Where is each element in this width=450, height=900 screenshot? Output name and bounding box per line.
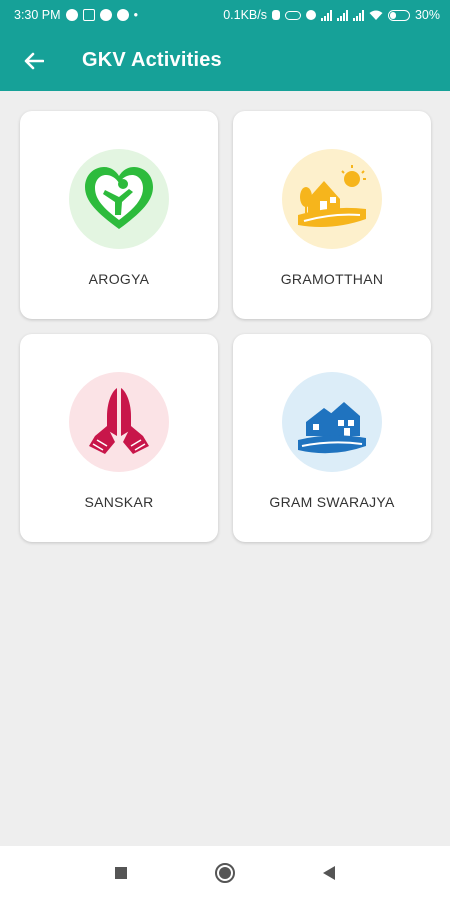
arrow-left-icon [24, 52, 44, 69]
wifi-icon [369, 10, 383, 20]
houses-icon [280, 370, 384, 474]
system-back-button[interactable] [317, 861, 341, 885]
message-icon [82, 9, 95, 21]
battery-level: 30% [414, 8, 440, 22]
status-time: 3:30 PM [14, 8, 61, 22]
activities-grid: AROGYA GRAMOTTHAN SANSKAR GRAM SWARAJYA [20, 111, 432, 542]
signal-3-icon [352, 9, 364, 21]
back-button[interactable] [0, 30, 68, 91]
activity-label: SANSKAR [84, 494, 154, 510]
battery-icon [387, 9, 410, 21]
app-notification-icon [116, 9, 129, 21]
signal-2-icon [336, 9, 348, 21]
app-bar: GKV Activities [0, 30, 450, 91]
activity-card-arogya[interactable]: AROGYA [20, 111, 218, 319]
signal-1-icon [320, 9, 332, 21]
page-title: GKV Activities [82, 49, 222, 71]
toggle-icon [284, 10, 301, 20]
folded-hands-icon [67, 370, 171, 474]
village-sun-icon [280, 147, 384, 251]
system-nav-bar [0, 846, 450, 900]
activity-label: GRAMOTTHAN [280, 271, 384, 287]
mute-icon [305, 10, 316, 20]
messenger-icon [65, 9, 78, 21]
recent-apps-button[interactable] [109, 861, 133, 885]
activity-card-gramotthan[interactable]: GRAMOTTHAN [233, 111, 431, 319]
activity-card-sanskar[interactable]: SANSKAR [20, 334, 218, 542]
activity-label: GRAM SWARAJYA [269, 494, 395, 510]
activity-label: AROGYA [88, 271, 150, 287]
bluetooth-icon [271, 10, 280, 20]
chat-icon [99, 9, 112, 21]
network-speed: 0.1KB/s [223, 8, 267, 22]
home-button[interactable] [213, 861, 237, 885]
more-notifications-icon: • [133, 8, 138, 22]
triangle-back-icon [323, 866, 335, 880]
heart-person-icon [67, 147, 171, 251]
circle-icon [215, 863, 235, 883]
square-icon [115, 867, 127, 879]
status-bar: 3:30 PM • 0.1KB/s 30% [0, 0, 450, 30]
activity-card-gram-swarajya[interactable]: GRAM SWARAJYA [233, 334, 431, 542]
